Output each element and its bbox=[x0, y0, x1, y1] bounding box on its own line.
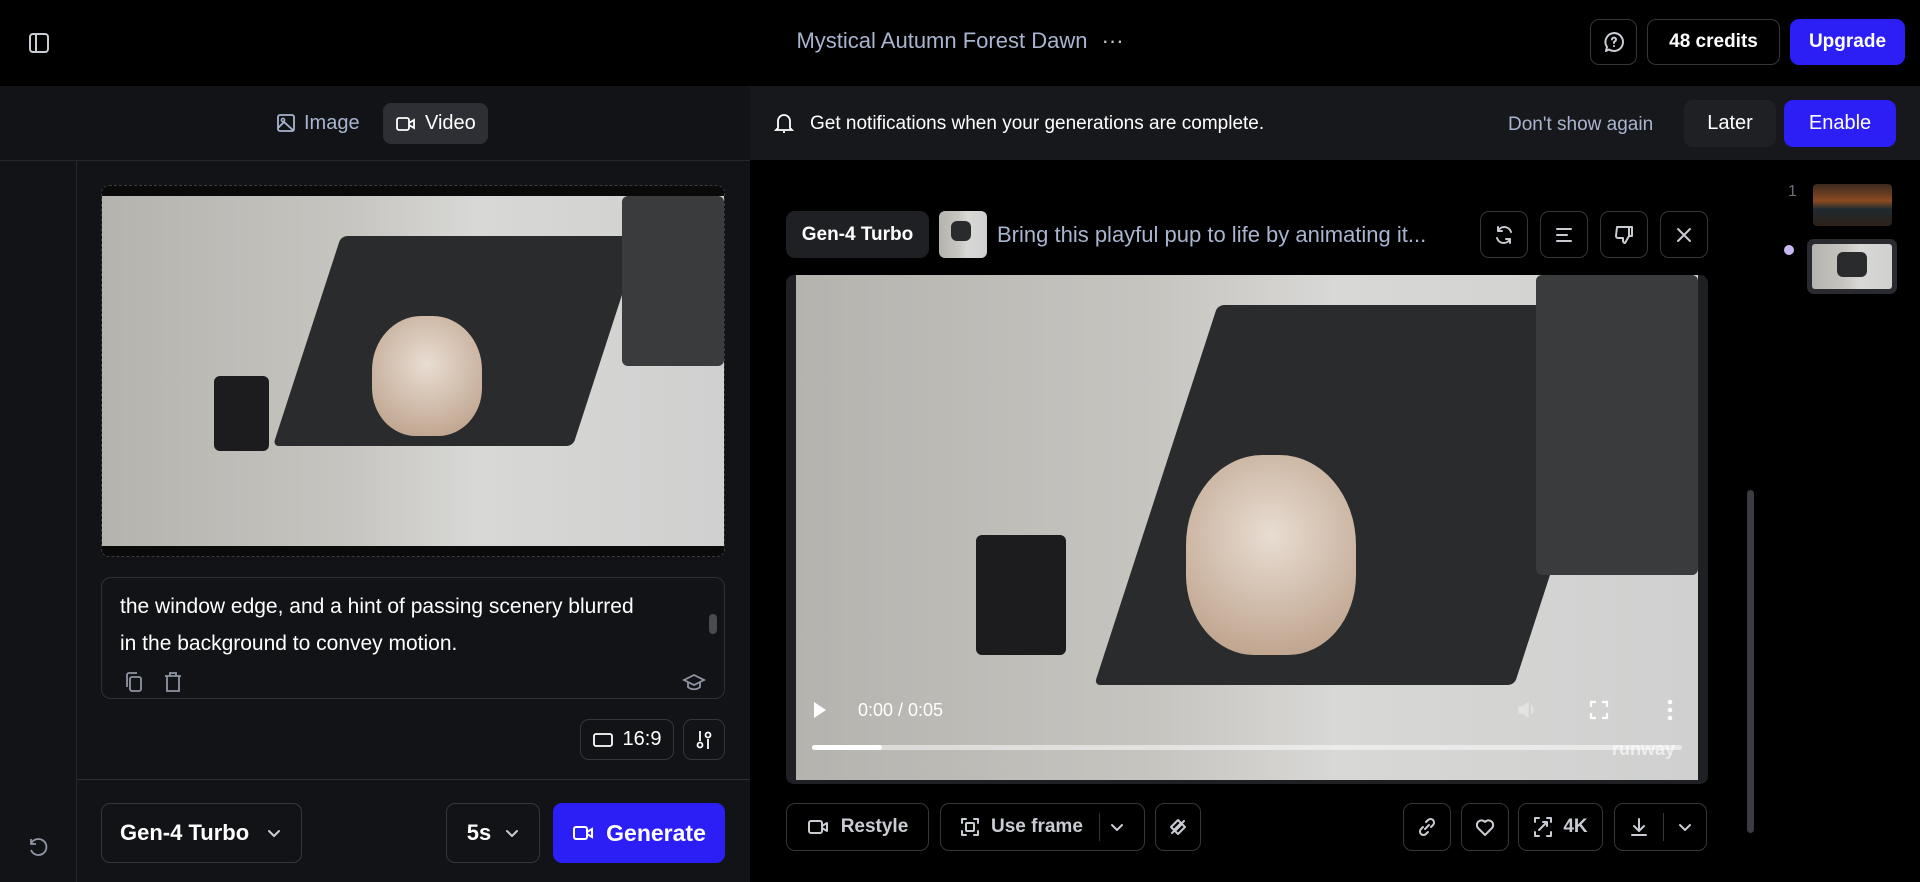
download-icon bbox=[1631, 818, 1647, 836]
refresh-icon bbox=[1496, 225, 1512, 244]
input-image bbox=[102, 196, 724, 546]
close-button[interactable] bbox=[1660, 211, 1708, 258]
history-thumb-pup[interactable] bbox=[1807, 239, 1897, 294]
fullscreen-icon[interactable] bbox=[1588, 699, 1610, 721]
model-select[interactable]: Gen-4 Turbo bbox=[101, 803, 302, 863]
favorite-button[interactable] bbox=[1461, 803, 1509, 851]
enable-button[interactable]: Enable bbox=[1784, 100, 1896, 147]
volume-icon[interactable] bbox=[1516, 699, 1540, 721]
generation-prompt[interactable]: Bring this playful pup to life by animat… bbox=[997, 222, 1426, 248]
details-button[interactable] bbox=[1540, 211, 1588, 258]
aspect-ratio-button[interactable]: 16:9 bbox=[580, 719, 674, 760]
magic-tools-button[interactable] bbox=[1155, 803, 1201, 851]
upscale-icon bbox=[1534, 817, 1553, 837]
duration-select[interactable]: 5s bbox=[446, 803, 540, 863]
bandage-icon bbox=[1170, 819, 1186, 835]
image-icon bbox=[277, 114, 295, 132]
upgrade-button[interactable]: Upgrade bbox=[1790, 19, 1905, 65]
text-lines-icon bbox=[1556, 227, 1572, 242]
help-button[interactable] bbox=[1590, 19, 1637, 65]
later-button[interactable]: Later bbox=[1684, 100, 1776, 147]
prompt-guide-icon[interactable] bbox=[682, 672, 706, 694]
sliders-icon bbox=[696, 730, 712, 749]
copy-link-button[interactable] bbox=[1403, 803, 1451, 851]
video-progress-bar[interactable] bbox=[812, 745, 1682, 750]
video-camera-icon bbox=[807, 820, 828, 834]
chevron-down-icon bbox=[506, 830, 519, 837]
sidebar-toggle[interactable] bbox=[28, 32, 50, 54]
history-active-dot bbox=[1784, 245, 1794, 255]
video-time: 0:00 / 0:05 bbox=[858, 700, 944, 720]
input-image-preview[interactable] bbox=[101, 185, 725, 557]
credits-button[interactable]: 48 credits bbox=[1647, 19, 1780, 65]
reset-icon[interactable] bbox=[26, 835, 50, 859]
sidebar-icon bbox=[29, 33, 49, 53]
video-progress-fill bbox=[812, 745, 882, 750]
dislike-button[interactable] bbox=[1600, 211, 1648, 258]
more-options-icon[interactable]: ··· bbox=[1102, 28, 1124, 53]
tab-image[interactable]: Image bbox=[266, 104, 370, 142]
generate-button[interactable]: Generate bbox=[553, 803, 725, 863]
trash-icon[interactable] bbox=[162, 670, 184, 694]
notification-bar: Get notifications when your generations … bbox=[750, 86, 1920, 160]
tab-video[interactable]: Video bbox=[383, 103, 488, 144]
copy-icon[interactable] bbox=[122, 670, 146, 694]
aspect-ratio-icon bbox=[592, 732, 613, 747]
video-player[interactable]: 0:00 / 0:05 runway bbox=[786, 275, 1708, 784]
more-vertical-icon[interactable] bbox=[1666, 698, 1674, 722]
upscale-4k-button[interactable]: 4K bbox=[1518, 803, 1603, 851]
link-icon bbox=[1418, 817, 1436, 837]
history-group-number: 1 bbox=[1788, 183, 1797, 200]
chevron-down-icon bbox=[268, 830, 281, 837]
use-frame-button[interactable]: Use frame bbox=[940, 803, 1145, 851]
heart-icon bbox=[1475, 819, 1495, 836]
play-icon[interactable] bbox=[812, 700, 828, 720]
help-chat-icon bbox=[1603, 32, 1624, 52]
left-panel: Image Video the window edge, and a hint … bbox=[0, 86, 750, 882]
download-button[interactable] bbox=[1614, 803, 1707, 851]
thumbs-down-icon bbox=[1615, 225, 1633, 244]
model-chip: Gen-4 Turbo bbox=[786, 211, 929, 258]
watermark: runway bbox=[1612, 739, 1676, 759]
frame-icon bbox=[961, 818, 979, 836]
history-thumb-forest[interactable] bbox=[1813, 184, 1892, 226]
bell-icon bbox=[774, 114, 794, 133]
video-camera-icon bbox=[396, 116, 415, 131]
chevron-down-icon[interactable] bbox=[1110, 822, 1124, 832]
dont-show-again-link[interactable]: Don't show again bbox=[1508, 114, 1653, 136]
reuse-button[interactable] bbox=[1480, 211, 1528, 258]
video-camera-icon bbox=[573, 826, 594, 840]
settings-button[interactable] bbox=[683, 719, 725, 760]
generation-thumbnail bbox=[939, 211, 987, 258]
close-icon bbox=[1677, 227, 1691, 242]
prompt-scrollbar[interactable] bbox=[709, 614, 717, 634]
main-scrollbar[interactable] bbox=[1747, 490, 1754, 833]
chevron-down-icon[interactable] bbox=[1678, 822, 1692, 832]
prompt-textarea[interactable]: the window edge, and a hint of passing s… bbox=[101, 577, 725, 699]
restyle-button[interactable]: Restyle bbox=[786, 803, 929, 851]
